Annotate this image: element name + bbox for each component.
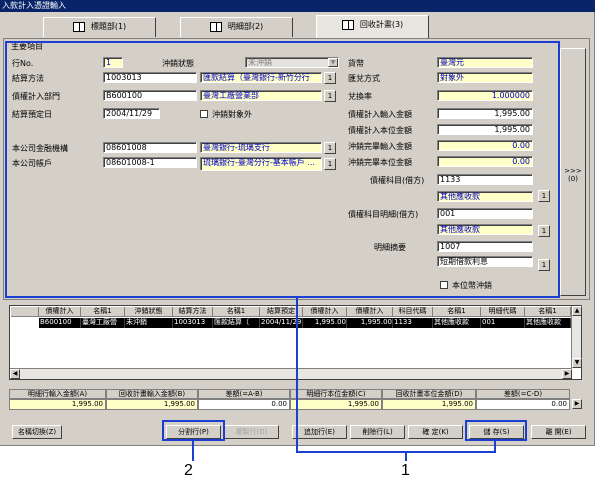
grid-header[interactable]: 名稱1 [213, 307, 260, 317]
name-switch-button[interactable]: 名稱切換(Z) [12, 425, 62, 439]
total-header: 回收計畫本位金額(D) [382, 389, 476, 399]
tab-detail-label: 明細部(2) [227, 22, 264, 31]
window-title: 入款計入憑證輸入 [0, 0, 595, 12]
callout-line [494, 441, 496, 453]
grid-header[interactable]: 名稱1 [81, 307, 125, 317]
callout-line [296, 298, 298, 453]
highlight-box-2 [162, 420, 225, 441]
callout-number-1: 1 [401, 462, 410, 479]
expand-side-button[interactable]: >>> (0) [560, 48, 586, 296]
callout-line [405, 451, 407, 461]
tab-recovery-plan[interactable]: 回收計畫(3) [316, 15, 429, 38]
grid-vertical-scrollbar[interactable]: ▲ ▼ [571, 306, 582, 368]
grid-cell[interactable]: 1,995.00 [347, 318, 393, 328]
notebook-icon [341, 19, 354, 30]
tab-recovery-plan-label: 回收計畫(3) [359, 20, 404, 29]
grid-cell[interactable]: 未沖銷 [125, 318, 173, 328]
total-header: 明細行輸入金額(A) [9, 389, 106, 399]
tab-detail[interactable]: 明細部(2) [180, 17, 293, 37]
grid-header[interactable]: 債權計入 [303, 307, 347, 317]
total-value: 1,995.00 [9, 399, 106, 410]
grid-corner [11, 307, 39, 317]
total-header: 回收計畫輸入金額(B) [106, 389, 198, 399]
total-header: 差額(=C-D) [476, 389, 570, 399]
total-value: 1,995.00 [106, 399, 198, 410]
add-row-button[interactable]: 追加行(E) [292, 425, 347, 439]
callout-line [192, 441, 194, 461]
expand-side-label: >>> (0) [564, 167, 582, 183]
tab-header[interactable]: 標題部(1) [43, 17, 156, 37]
notebook-icon [209, 21, 222, 32]
confirm-button[interactable]: 確 定(K) [408, 425, 463, 439]
grid-header[interactable]: 明細代碼 [481, 307, 525, 317]
grid-cell[interactable]: 1,995.00 [303, 318, 347, 328]
scroll-up-icon[interactable]: ▲ [572, 306, 582, 316]
grid-cell[interactable]: 其他應收款 [433, 318, 481, 328]
grid-cell[interactable]: 匯款結算（ [213, 318, 260, 328]
grid-cell[interactable]: 其他應收款 [525, 318, 571, 328]
notebook-icon [72, 21, 85, 32]
highlight-box-1 [5, 41, 560, 298]
close-button[interactable]: 離 開(E) [531, 425, 586, 439]
grid-header[interactable]: 科目代碼 [393, 307, 433, 317]
callout-number-2: 2 [184, 462, 193, 479]
total-value: 0.00 [198, 399, 290, 410]
highlight-box-3 [465, 420, 527, 441]
grid-header[interactable]: 結算方法 [173, 307, 213, 317]
total-header: 差額(=A-B) [198, 389, 290, 399]
copy-row-button[interactable]: 複製行(D) [224, 425, 279, 439]
grid-cell[interactable]: 臺灣工廠營 [81, 318, 125, 328]
total-header: 明細行本位金額(C) [290, 389, 382, 399]
grid-cell[interactable]: 001 [481, 318, 525, 328]
total-value: 1,995.00 [382, 399, 476, 410]
callout-line [296, 451, 496, 453]
total-value: 1,995.00 [290, 399, 382, 410]
grid-horizontal-scrollbar[interactable]: ◀ ▶ [10, 368, 572, 379]
totals-scroll-right-icon[interactable]: ▶ [572, 399, 582, 409]
grid-cell[interactable]: B600100 [39, 318, 81, 328]
grid-header[interactable]: 名稱1 [433, 307, 481, 317]
grid-cell[interactable]: 1133 [393, 318, 433, 328]
grid-header[interactable]: 名稱1 [525, 307, 571, 317]
scroll-down-icon[interactable]: ▼ [572, 358, 582, 368]
grid-cell[interactable]: 1003013 [173, 318, 213, 328]
grid-header[interactable]: 沖銷狀態 [125, 307, 173, 317]
tab-header-label: 標題部(1) [90, 22, 127, 31]
delete-row-button[interactable]: 削除行(L) [350, 425, 405, 439]
scroll-right-icon[interactable]: ▶ [562, 369, 572, 379]
total-value: 0.00 [476, 399, 570, 410]
grid-header[interactable]: 債權計入 [347, 307, 393, 317]
scroll-left-icon[interactable]: ◀ [10, 369, 20, 379]
grid-header[interactable]: 債權計入 [39, 307, 81, 317]
